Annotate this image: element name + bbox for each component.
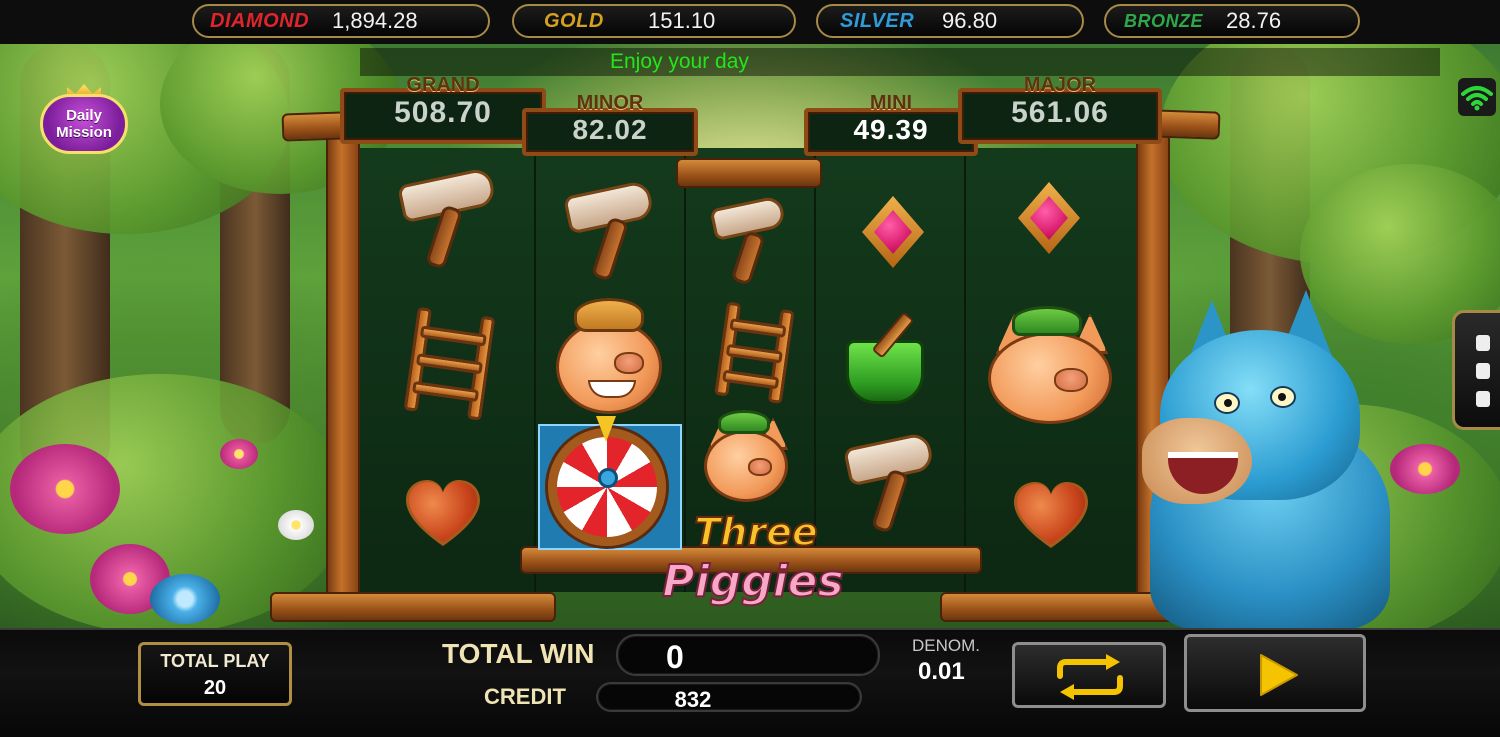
wolf-pupil	[1278, 393, 1286, 401]
wheel-hub	[598, 468, 618, 488]
silver-jackpot: SILVER 96.80	[816, 4, 1084, 38]
major-value: 561.06	[1011, 96, 1109, 129]
diamond-jackpot: DIAMOND 1,894.28	[192, 4, 490, 38]
total-win-label: TOTAL WIN	[442, 638, 595, 669]
mini-title: MINI	[869, 92, 913, 114]
pig-cap-symbol	[700, 404, 794, 504]
wolf-pupil	[1224, 399, 1232, 407]
gem-symbol	[1018, 182, 1080, 254]
repeat-icon	[1057, 654, 1123, 700]
major-plaque: MAJOR 561.06	[958, 74, 1162, 144]
hammer-symbol	[562, 179, 666, 284]
frame-beam	[676, 158, 822, 188]
denom-value[interactable]: 0.01	[918, 658, 965, 686]
daily-mission-line2: Mission	[56, 124, 112, 141]
white-flower	[278, 510, 314, 540]
gem-symbol	[862, 196, 924, 268]
diamond-label: DIAMOND	[210, 9, 310, 32]
credit-display: 832	[596, 682, 862, 712]
total-play-button[interactable]: TOTAL PLAY 20	[138, 642, 292, 706]
spin-button[interactable]	[1184, 634, 1366, 712]
total-win-value: 0	[666, 639, 684, 675]
marquee-text: Enjoy your day	[610, 50, 749, 73]
daily-mission-line1: Daily	[66, 107, 102, 124]
wifi-icon	[1458, 78, 1496, 116]
pig-strawhat-symbol	[552, 296, 672, 414]
bronze-value: 28.76	[1226, 8, 1282, 33]
ladder-symbol	[397, 306, 505, 428]
marquee-banner: Enjoy your day	[360, 48, 1440, 76]
heart-symbol	[1014, 482, 1088, 550]
minor-plaque: MINOR 82.02	[522, 92, 698, 156]
pink-flower	[10, 444, 120, 534]
pig-cap-symbol	[986, 298, 1116, 428]
jackpot-bar: DIAMOND 1,894.28 GOLD 151.10 SILVER 96.8…	[0, 0, 1500, 44]
grand-plaque: GRAND 508.70	[340, 74, 546, 144]
control-panel: TOTAL PLAY 20 TOTAL WIN 0 CREDIT 832 DEN…	[0, 628, 1500, 737]
minor-title: MINOR	[576, 92, 644, 114]
grand-title: GRAND	[406, 74, 480, 96]
hammer-symbol	[842, 431, 942, 536]
total-play-value: 20	[203, 677, 227, 699]
bronze-jackpot: BRONZE 28.76	[1104, 4, 1360, 38]
autoplay-button[interactable]	[1012, 642, 1166, 708]
silver-value: 96.80	[942, 8, 998, 33]
paint-bucket-symbol	[836, 310, 936, 410]
game-logo-line1: Three	[693, 509, 818, 555]
blue-flower	[150, 574, 220, 624]
pink-flower	[220, 439, 258, 469]
denom-label: DENOM.	[912, 636, 980, 655]
menu-dot-icon	[1476, 335, 1490, 351]
pink-flower	[1390, 444, 1460, 494]
menu-dot-icon	[1476, 363, 1490, 379]
hammer-symbol	[397, 166, 500, 276]
mini-value: 49.39	[853, 114, 929, 145]
daily-mission-button[interactable]: Daily Mission	[40, 94, 128, 154]
menu-dot-icon	[1476, 391, 1490, 407]
major-title: MAJOR	[1023, 74, 1097, 96]
frame-post-left	[326, 120, 360, 610]
minor-value: 82.02	[572, 114, 648, 145]
silver-label: SILVER	[840, 9, 915, 32]
credit-label: CREDIT	[484, 684, 566, 709]
mini-plaque: MINI 49.39	[804, 92, 978, 156]
grand-value: 508.70	[394, 96, 492, 129]
game-logo-line2: Piggies	[661, 555, 844, 608]
side-menu-button[interactable]	[1452, 310, 1500, 430]
total-play-label: TOTAL PLAY	[160, 651, 270, 671]
bronze-label: BRONZE	[1124, 10, 1203, 31]
heart-symbol	[406, 480, 480, 548]
frame-beam-bottom	[270, 592, 556, 622]
gold-value: 151.10	[648, 8, 716, 33]
play-icon	[1260, 654, 1298, 696]
total-win-display: 0	[616, 634, 880, 676]
credit-value: 832	[674, 687, 712, 712]
diamond-value: 1,894.28	[332, 8, 418, 33]
ladder-symbol	[709, 301, 802, 411]
gold-label: GOLD	[544, 9, 604, 32]
gold-jackpot: GOLD 151.10	[512, 4, 796, 38]
hammer-symbol	[709, 194, 792, 286]
